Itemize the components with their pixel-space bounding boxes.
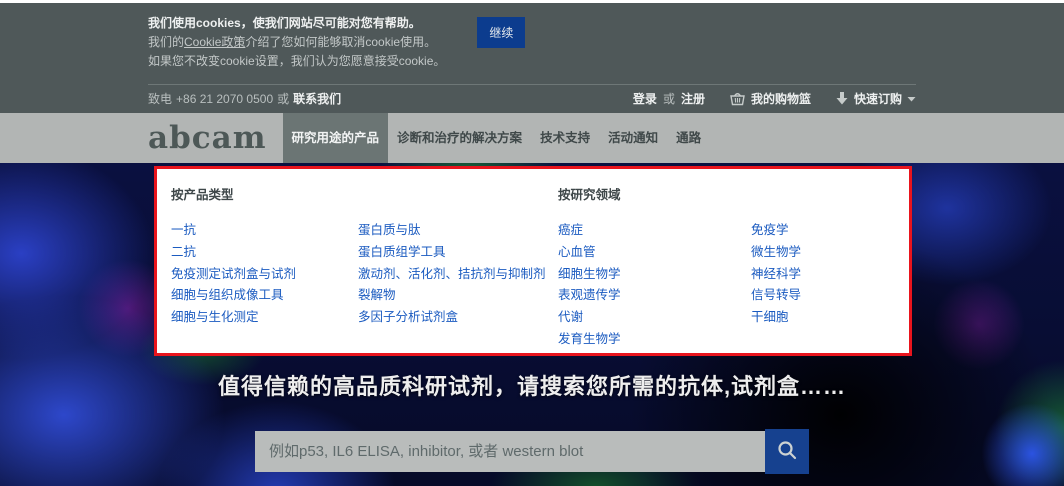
account-links: 登录 或 注册 我的购物篮 — [633, 90, 916, 107]
search-icon — [776, 439, 798, 464]
or-word-2: 或 — [663, 90, 675, 107]
research-column-2: 免疫学 微生物学 神经科学 信号转导 干细胞 — [751, 219, 901, 350]
menu-link-cell-biochemical-assays[interactable]: 细胞与生化测定 — [171, 310, 259, 324]
cookie-text: 我们使用cookies，使我们网站尽可能对您有帮助。 我们的Cookie政策介绍… — [148, 14, 445, 71]
search-button[interactable] — [765, 429, 809, 474]
basket-icon — [729, 91, 746, 106]
menu-link-lysates[interactable]: 裂解物 — [358, 288, 396, 302]
top-dark-section: 我们使用cookies，使我们网站尽可能对您有帮助。 我们的Cookie政策介绍… — [0, 3, 1064, 113]
cookie-continue-button[interactable]: 继续 — [477, 17, 525, 48]
cookie-line-2: 我们的Cookie政策介绍了您如何能够取消cookie使用。 — [148, 33, 445, 52]
menu-title-product-type: 按产品类型 — [171, 184, 558, 203]
menu-link-signal-transduction[interactable]: 信号转导 — [751, 288, 801, 302]
register-link[interactable]: 注册 — [681, 90, 705, 107]
menu-link-cancer[interactable]: 癌症 — [558, 223, 583, 237]
menu-link-proteomics-tools[interactable]: 蛋白质组学工具 — [358, 245, 446, 259]
product-column-1: 一抗 二抗 免疫测定试剂盒与试剂 细胞与组织成像工具 细胞与生化测定 — [171, 219, 358, 328]
menu-link-epigenetics[interactable]: 表观遗传学 — [558, 288, 621, 302]
download-arrow-icon — [835, 91, 849, 106]
menu-link-cell-tissue-imaging[interactable]: 细胞与组织成像工具 — [171, 288, 284, 302]
menu-link-primary-antibodies[interactable]: 一抗 — [171, 223, 196, 237]
search-input[interactable] — [255, 431, 765, 472]
page: 我们使用cookies，使我们网站尽可能对您有帮助。 我们的Cookie政策介绍… — [0, 0, 1064, 486]
nav-items: 研究用途的产品 诊断和治疗的解决方案 技术支持 活动通知 通路 — [283, 113, 711, 163]
cookie-line-1: 我们使用cookies，使我们网站尽可能对您有帮助。 — [148, 14, 445, 33]
menu-link-multiplex-kits[interactable]: 多因子分析试剂盒 — [358, 310, 458, 324]
nav-item-research-products[interactable]: 研究用途的产品 — [283, 113, 389, 163]
menu-link-cardiovascular[interactable]: 心血管 — [558, 245, 596, 259]
menu-section-research-area: 按研究领域 癌症 心血管 细胞生物学 表观遗传学 代谢 发育生物学 免疫学 微生… — [558, 184, 909, 353]
menu-link-neuroscience[interactable]: 神经科学 — [751, 267, 801, 281]
contact-info: 致电 +86 21 2070 0500 或 联系我们 — [148, 90, 341, 107]
nav-item-pathways[interactable]: 通路 — [667, 113, 710, 163]
research-column-1: 癌症 心血管 细胞生物学 表观遗传学 代谢 发育生物学 — [558, 219, 751, 350]
menu-section-product-type: 按产品类型 一抗 二抗 免疫测定试剂盒与试剂 细胞与组织成像工具 细胞与生化测定… — [171, 184, 558, 353]
search-bar — [255, 429, 809, 474]
nav-item-diagnostic-solutions[interactable]: 诊断和治疗的解决方案 — [388, 113, 531, 163]
mega-menu-panel: 按产品类型 一抗 二抗 免疫测定试剂盒与试剂 细胞与组织成像工具 细胞与生化测定… — [154, 166, 912, 356]
contact-us-link[interactable]: 联系我们 — [293, 90, 341, 107]
nav-item-events[interactable]: 活动通知 — [599, 113, 667, 163]
menu-link-immunoassay-kits[interactable]: 免疫测定试剂盒与试剂 — [171, 267, 296, 281]
menu-link-agonists-inhibitors[interactable]: 激动剂、活化剂、拮抗剂与抑制剂 — [358, 267, 546, 281]
login-link[interactable]: 登录 — [633, 90, 657, 107]
cookie-line-3: 如果您不改变cookie设置，我们认为您愿意接受cookie。 — [148, 52, 445, 71]
menu-link-developmental-biology[interactable]: 发育生物学 — [558, 332, 621, 346]
or-word: 或 — [277, 90, 289, 107]
cookie-banner: 我们使用cookies，使我们网站尽可能对您有帮助。 我们的Cookie政策介绍… — [148, 3, 916, 84]
menu-link-proteins-peptides[interactable]: 蛋白质与肽 — [358, 223, 421, 237]
call-prefix: 致电 — [148, 90, 172, 107]
main-nav-bar: abcam 研究用途的产品 诊断和治疗的解决方案 技术支持 活动通知 通路 — [0, 113, 1064, 163]
menu-link-microbiology[interactable]: 微生物学 — [751, 245, 801, 259]
cookie-policy-link[interactable]: Cookie政策 — [184, 35, 245, 49]
cookie-line-2-prefix: 我们的 — [148, 35, 184, 49]
quick-order-group[interactable]: 快速订购 — [835, 90, 916, 107]
menu-title-research-area: 按研究领域 — [558, 184, 909, 203]
utility-bar: 致电 +86 21 2070 0500 或 联系我们 登录 或 注册 — [148, 85, 916, 112]
menu-link-immunology[interactable]: 免疫学 — [751, 223, 789, 237]
basket-label: 我的购物篮 — [751, 90, 811, 107]
nav-item-tech-support[interactable]: 技术支持 — [531, 113, 599, 163]
hero-heading: 值得信赖的高品质科研试剂，请搜索您所需的抗体,试剂盒…… — [0, 369, 1064, 401]
quick-order-label: 快速订购 — [854, 90, 902, 107]
basket-group[interactable]: 我的购物篮 — [729, 90, 811, 107]
hero-section: 按产品类型 一抗 二抗 免疫测定试剂盒与试剂 细胞与组织成像工具 细胞与生化测定… — [0, 163, 1064, 486]
caret-down-icon — [907, 96, 916, 102]
menu-link-secondary-antibodies[interactable]: 二抗 — [171, 245, 196, 259]
menu-link-metabolism[interactable]: 代谢 — [558, 310, 583, 324]
menu-link-cell-biology[interactable]: 细胞生物学 — [558, 267, 621, 281]
abcam-logo[interactable]: abcam — [148, 113, 267, 163]
cookie-line-2-suffix: 介绍了您如何能够取消cookie使用。 — [245, 35, 436, 49]
product-column-2: 蛋白质与肽 蛋白质组学工具 激动剂、活化剂、拮抗剂与抑制剂 裂解物 多因子分析试… — [358, 219, 558, 328]
menu-link-stem-cells[interactable]: 干细胞 — [751, 310, 789, 324]
phone-number: +86 21 2070 0500 — [176, 92, 273, 106]
